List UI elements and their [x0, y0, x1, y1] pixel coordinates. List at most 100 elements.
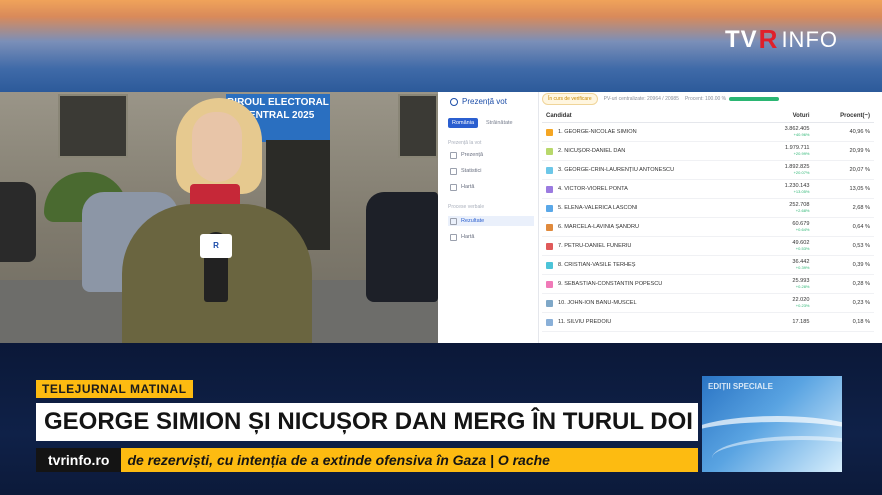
votes-cell: 1.892.825 +20.07% — [751, 164, 810, 176]
table-body: 1. GEORGE-NICOLAE SIMION 3.862.405 +40.96%… — [542, 123, 874, 332]
sidebar-item-label: Rezultate — [461, 218, 485, 224]
table-row[interactable]: 4. VICTOR-VIOREL PONTA 1.230.143 +13.05% 13… — [542, 180, 874, 199]
votes-delta: +0.53% — [795, 246, 810, 251]
results-panel: Prezență vot România Străinătate Prezenț… — [442, 92, 882, 343]
building-window — [58, 94, 128, 158]
percent-cell: 13,05 % — [849, 186, 870, 192]
votes-cell: 17.185 — [751, 319, 810, 325]
votes-cell: 3.862.405 +40.96% — [751, 126, 810, 138]
candidate-name: 1. GEORGE-NICOLAE SIMION — [558, 129, 637, 135]
sidebar-item-label: Prezență — [461, 152, 484, 158]
candidate-color-swatch — [546, 128, 553, 136]
candidate-name: 9. SEBASTIAN-CONSTANTIN POPESCU — [558, 281, 663, 287]
votes-cell: 25.993 +0.28% — [751, 278, 809, 290]
pv-count: PV-uri centralizate: 20964 / 20985 — [603, 96, 679, 102]
candidate-name: 2. NICUȘOR-DANIEL DAN — [558, 148, 626, 154]
progress-text: Procent: 100.00 % — [684, 96, 727, 102]
percent-cell: 20,99 % — [849, 148, 870, 154]
candidate-name: 4. VICTOR-VIOREL PONTA — [558, 186, 628, 192]
percent-cell: 0,64 % — [852, 224, 870, 230]
candidate-cell: 2. NICUȘOR-DANIEL DAN — [542, 147, 751, 155]
votes-delta: +40.96% — [793, 132, 810, 137]
table-row[interactable]: 3. GEORGE-CRIN-LAURENȚIU ANTONESCU 1.892.… — [542, 161, 874, 180]
candidate-color-swatch — [546, 147, 553, 155]
candidate-cell: 5. ELENA-VALERICA LASCONI — [542, 204, 751, 212]
reporter-video: BIROUL ELECTORAL CENTRAL 2025 R — [0, 92, 438, 343]
candidate-color-swatch — [546, 204, 553, 212]
table-row[interactable]: 5. ELENA-VALERICA LASCONI 252.708 +2.68% 2,… — [542, 199, 874, 218]
table-row[interactable]: 10. JOHN-ION BANU-MUSCEL 22.020 +0.23% 0,23… — [542, 294, 874, 313]
percent-cell: 2,68 % — [852, 205, 870, 211]
candidate-color-swatch — [546, 185, 553, 193]
map-icon — [450, 183, 457, 191]
votes-delta: +20.07% — [793, 170, 810, 175]
table-row[interactable]: 11. SILVIU PREDOIU 17.185 0,18 % — [542, 313, 874, 332]
list-icon — [450, 217, 457, 225]
show-tag: TELEJURNAL MATINAL — [36, 380, 193, 398]
table-row[interactable]: 1. GEORGE-NICOLAE SIMION 3.862.405 +40.96%… — [542, 123, 874, 142]
table-row[interactable]: 7. PETRU-DANIEL FUNERIU 49.602 +0.53% 0,53 … — [542, 237, 874, 256]
sidebar-item-stats[interactable]: Statistici — [448, 166, 534, 176]
candidate-name: 7. PETRU-DANIEL FUNERIU — [558, 243, 632, 249]
special-editions-promo: EDIȚII SPECIALE — [702, 376, 842, 472]
toggle-romania[interactable]: România — [448, 118, 479, 128]
votes-delta: +0.64% — [795, 227, 810, 232]
candidate-name: 11. SILVIU PREDOIU — [558, 319, 612, 325]
chart-icon — [450, 151, 457, 159]
candidate-name: 8. CRISTIAN-VASILE TERHEȘ — [558, 262, 636, 268]
candidate-cell: 1. GEORGE-NICOLAE SIMION — [542, 128, 751, 136]
sidebar-item-map[interactable]: Hartă — [448, 182, 534, 192]
progress-indicator: Procent: 100.00 % — [684, 96, 780, 102]
region-toggle: România Străinătate — [448, 118, 517, 128]
candidate-color-swatch — [546, 280, 553, 288]
candidate-cell: 11. SILVIU PREDOIU — [542, 318, 751, 326]
votes-delta: +20.99% — [793, 151, 810, 156]
votes-cell: 36.442 +0.39% — [751, 259, 810, 271]
candidate-name: 3. GEORGE-CRIN-LAURENȚIU ANTONESCU — [558, 167, 675, 173]
percent-cell: 0,53 % — [852, 243, 870, 249]
votes-cell: 49.602 +0.53% — [751, 240, 810, 252]
progress-bar — [729, 97, 780, 101]
logo-tv: TV — [724, 25, 758, 53]
reporter-face — [192, 112, 242, 182]
votes-cell: 60.679 +0.64% — [751, 221, 810, 233]
votes-delta: +0.39% — [795, 265, 810, 270]
sidebar-item-turnout[interactable]: Prezență — [448, 150, 534, 160]
candidate-cell: 10. JOHN-ION BANU-MUSCEL — [542, 299, 751, 307]
percent-cell: 0,39 % — [852, 262, 870, 268]
table-row[interactable]: 9. SEBASTIAN-CONSTANTIN POPESCU 25.993 +0.… — [542, 275, 874, 294]
sidebar-item-label: Hartă — [461, 184, 475, 190]
table-row[interactable]: 8. CRISTIAN-VASILE TERHEȘ 36.442 +0.39% 0,3… — [542, 256, 874, 275]
header-candidate[interactable]: Candidat — [542, 113, 751, 119]
header-percent[interactable]: Procent(~) — [809, 113, 874, 119]
table-row[interactable]: 2. NICUȘOR-DANIEL DAN 1.979.711 +20.99% 20,… — [542, 142, 874, 161]
results-table: Candidat Voturi Procent(~) 1. GEORGE-NIC… — [542, 110, 874, 332]
parked-car — [0, 182, 36, 262]
table-row[interactable]: 6. MARCELA-LAVINIA ȘANDRU 60.679 +0.64% 0,6… — [542, 218, 874, 237]
results-sidebar: Prezență vot România Străinătate Prezenț… — [442, 92, 539, 343]
table-header: Candidat Voturi Procent(~) — [542, 110, 874, 123]
parked-car — [366, 192, 438, 302]
candidate-cell: 3. GEORGE-CRIN-LAURENȚIU ANTONESCU — [542, 166, 751, 174]
votes-cell: 1.979.711 +20.99% — [751, 145, 810, 157]
map-icon — [450, 233, 457, 241]
target-icon — [450, 97, 458, 106]
stats-icon — [450, 167, 457, 175]
votes-value: 17.185 — [792, 319, 810, 325]
toggle-abroad[interactable]: Străinătate — [482, 118, 517, 128]
sidebar-item-label: Statistici — [461, 168, 482, 174]
votes-cell: 22.020 +0.23% — [751, 297, 809, 309]
verification-chip: În curs de verificare — [542, 93, 598, 105]
sidebar-item-results[interactable]: Rezultate — [448, 216, 534, 226]
candidate-color-swatch — [546, 261, 553, 269]
news-ticker: tvrinfo.ro de rezerviști, cu intenția de… — [36, 448, 698, 472]
sidebar-brand[interactable]: Prezență vot — [450, 97, 507, 106]
tvr-info-logo: TV R INFO — [725, 24, 838, 55]
header-votes[interactable]: Voturi — [751, 113, 810, 119]
candidate-name: 10. JOHN-ION BANU-MUSCEL — [558, 300, 637, 306]
candidate-name: 5. ELENA-VALERICA LASCONI — [558, 205, 638, 211]
logo-r: R — [758, 24, 779, 54]
candidate-name: 6. MARCELA-LAVINIA ȘANDRU — [558, 224, 640, 230]
sidebar-item-results-map[interactable]: Hartă — [448, 232, 534, 242]
candidate-cell: 8. CRISTIAN-VASILE TERHEȘ — [542, 261, 751, 269]
